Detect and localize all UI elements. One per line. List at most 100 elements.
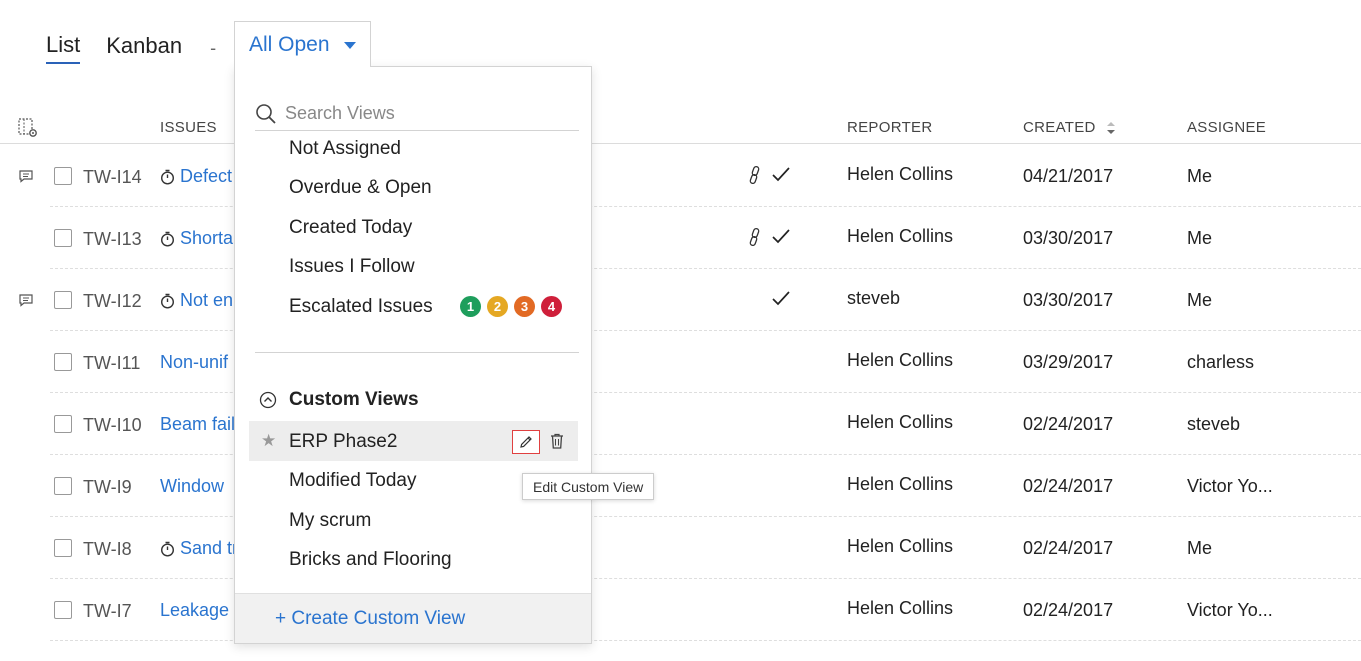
table-row[interactable]: TW-I10 Beam fail Helen Collins 02/24/2017 st…: [0, 393, 1361, 455]
search-views-input[interactable]: [285, 103, 565, 124]
timer-icon: [160, 169, 175, 185]
custom-view-item[interactable]: ERP Phase2: [289, 431, 397, 453]
tab-list[interactable]: List: [46, 32, 81, 64]
edit-custom-view-button[interactable]: [512, 430, 540, 454]
views-dropdown: Not Assigned Overdue & Open Created Toda…: [234, 66, 592, 644]
issue-title-link[interactable]: Defect: [160, 166, 232, 187]
issue-title-link[interactable]: Non-unif: [160, 352, 228, 373]
timer-icon: [160, 541, 175, 557]
custom-view-item[interactable]: Modified Today: [289, 470, 416, 492]
issue-title: Defect: [180, 166, 233, 186]
assignee: Me: [1187, 538, 1213, 558]
row-checkbox[interactable]: [54, 229, 72, 247]
issue-title-link[interactable]: Window: [160, 476, 224, 497]
view-item[interactable]: Not Assigned: [289, 138, 401, 160]
created-date: 03/30/2017: [1023, 290, 1114, 310]
row-checkbox[interactable]: [54, 539, 72, 557]
created-date: 02/24/2017: [1023, 476, 1114, 496]
header-created[interactable]: CREATED: [1023, 119, 1116, 136]
row-checkbox[interactable]: [54, 415, 72, 433]
sort-icon: [1107, 122, 1116, 135]
divider: [255, 352, 579, 353]
header-reporter[interactable]: REPORTER: [847, 119, 932, 136]
reporter: Helen Collins: [847, 474, 954, 494]
table-row[interactable]: TW-I13 Shorta Helen Collins 03/30/2017 Me: [0, 207, 1361, 269]
custom-views-toggle[interactable]: Custom Views: [259, 389, 419, 411]
escalation-badge[interactable]: 3: [514, 296, 535, 317]
view-selector-button[interactable]: All Open: [234, 21, 371, 67]
table-row[interactable]: TW-I7 Leakage i Helen Collins 02/24/2017 Vic…: [0, 579, 1361, 641]
created-date: 04/21/2017: [1023, 166, 1114, 186]
comment-icon[interactable]: [18, 169, 34, 183]
escalation-badges: 1 2 3 4: [460, 296, 568, 317]
reporter: Helen Collins: [847, 226, 954, 246]
timer-icon: [160, 231, 175, 247]
assignee: Me: [1187, 166, 1213, 186]
custom-views-label: Custom Views: [289, 389, 419, 410]
issue-id: TW-I9: [83, 477, 132, 497]
edit-custom-view-tooltip: Edit Custom View: [522, 473, 655, 500]
assignee: steveb: [1187, 414, 1241, 434]
search-views: [255, 97, 579, 131]
issue-title: Shorta: [180, 228, 234, 248]
issue-title: Sand tr: [180, 538, 239, 558]
row-checkbox[interactable]: [54, 477, 72, 495]
created-date: 03/29/2017: [1023, 352, 1114, 372]
table-row[interactable]: TW-I14 Defect Helen Collins 04/21/2017 Me: [0, 145, 1361, 207]
link-icon[interactable]: [747, 227, 763, 247]
issue-id: TW-I10: [83, 415, 142, 435]
assignee: Victor Yo...: [1187, 476, 1273, 496]
created-date: 03/30/2017: [1023, 228, 1114, 248]
created-date: 02/24/2017: [1023, 414, 1114, 434]
row-checkbox[interactable]: [54, 353, 72, 371]
view-item[interactable]: Created Today: [289, 217, 412, 239]
view-item[interactable]: Issues I Follow: [289, 256, 415, 278]
assignee: charless: [1187, 352, 1255, 372]
header-issues[interactable]: ISSUES: [160, 119, 217, 136]
row-checkbox[interactable]: [54, 291, 72, 309]
escalation-badge[interactable]: 2: [487, 296, 508, 317]
custom-view-item[interactable]: Bricks and Flooring: [289, 549, 452, 571]
issue-title: Beam fail: [160, 414, 236, 434]
star-icon[interactable]: ★: [261, 431, 276, 451]
caret-down-icon: [343, 42, 356, 49]
issue-title-link[interactable]: Leakage i: [160, 600, 238, 621]
escalation-badge[interactable]: 4: [541, 296, 562, 317]
reporter: steveb: [847, 288, 901, 308]
issue-title: Non-unif: [160, 352, 229, 372]
table-row[interactable]: TW-I12 Not en steveb 03/30/2017 Me: [0, 269, 1361, 331]
trash-icon[interactable]: [549, 432, 565, 450]
link-icon[interactable]: [747, 165, 763, 185]
tab-kanban[interactable]: Kanban: [106, 33, 182, 63]
tab-separator: -: [210, 37, 217, 58]
pencil-icon: [520, 436, 532, 448]
check-icon: [772, 167, 790, 182]
check-icon: [772, 291, 790, 306]
issue-title: Window: [160, 476, 225, 496]
issue-id: TW-I12: [83, 291, 142, 311]
created-date: 02/24/2017: [1023, 538, 1114, 558]
custom-view-item[interactable]: My scrum: [289, 510, 371, 532]
table-row[interactable]: TW-I9 Window Helen Collins 02/24/2017 Victor…: [0, 455, 1361, 517]
escalation-badge[interactable]: 1: [460, 296, 481, 317]
issue-title-link[interactable]: Shorta: [160, 228, 233, 249]
issue-id: TW-I7: [83, 601, 132, 621]
table-row[interactable]: TW-I8 Sand tr Helen Collins 02/24/2017 Me: [0, 517, 1361, 579]
comment-icon[interactable]: [18, 293, 34, 307]
assignee: Me: [1187, 228, 1213, 248]
row-checkbox[interactable]: [54, 167, 72, 185]
issue-id: TW-I14: [83, 167, 142, 187]
row-checkbox[interactable]: [54, 601, 72, 619]
issue-title-link[interactable]: Not en: [160, 290, 233, 311]
view-item[interactable]: Overdue & Open: [289, 177, 432, 199]
issue-id: TW-I8: [83, 539, 132, 559]
create-custom-view-button[interactable]: + Create Custom View: [235, 593, 591, 643]
view-item[interactable]: Escalated Issues: [289, 296, 433, 318]
header-assignee[interactable]: ASSIGNEE: [1187, 119, 1266, 136]
view-selector-label: All Open: [249, 32, 330, 56]
table-row[interactable]: TW-I11 Non-unif Helen Collins 03/29/2017 cha…: [0, 331, 1361, 393]
issue-title-link[interactable]: Beam fail: [160, 414, 235, 435]
reporter: Helen Collins: [847, 164, 954, 184]
chevron-up-circle-icon: [259, 391, 277, 409]
issue-title-link[interactable]: Sand tr: [160, 538, 238, 559]
